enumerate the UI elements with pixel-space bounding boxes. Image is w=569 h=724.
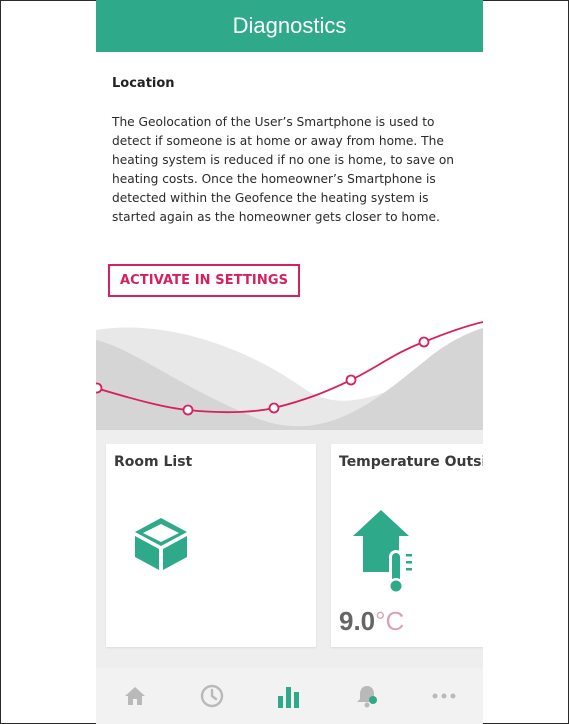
tab-history[interactable] bbox=[192, 676, 232, 716]
more-icon bbox=[432, 693, 456, 699]
header-bar: Diagnostics bbox=[96, 0, 483, 52]
clock-icon bbox=[200, 684, 224, 708]
app-screen: Diagnostics Location The Geolocation of … bbox=[96, 0, 483, 724]
section-heading: Location bbox=[112, 76, 175, 91]
room-list-icon bbox=[135, 518, 187, 570]
tab-notifications[interactable] bbox=[347, 676, 387, 716]
activate-settings-button[interactable]: ACTIVATE IN SETTINGS bbox=[108, 264, 301, 297]
wave-point bbox=[182, 404, 194, 416]
room-list-card[interactable]: Room List bbox=[106, 444, 316, 647]
bar-chart-icon bbox=[278, 687, 300, 708]
location-section: Location The Geolocation of the User’s S… bbox=[96, 52, 483, 330]
page-title: Diagnostics bbox=[232, 13, 347, 38]
tab-diagnostics[interactable] bbox=[269, 676, 309, 716]
temperature-title: Temperature Outside bbox=[339, 454, 483, 470]
tab-home[interactable] bbox=[115, 676, 155, 716]
room-list-title: Room List bbox=[114, 454, 193, 470]
house-thermometer-icon bbox=[353, 510, 412, 594]
wave-point bbox=[418, 336, 430, 348]
bell-icon bbox=[356, 686, 377, 708]
temperature-number: 9.0 bbox=[339, 606, 376, 636]
tab-more[interactable] bbox=[424, 676, 464, 716]
wave-point bbox=[268, 402, 280, 414]
location-description: The Geolocation of the User’s Smartphone… bbox=[112, 115, 455, 224]
dashboard-cards: Room List Temperature Outside 9. bbox=[96, 430, 483, 668]
temperature-unit: °C bbox=[375, 606, 405, 636]
home-icon bbox=[124, 687, 145, 705]
temperature-value: 9.0°C bbox=[339, 606, 404, 637]
wave-point bbox=[345, 374, 357, 386]
temperature-card[interactable]: Temperature Outside 9.0°C bbox=[331, 444, 483, 647]
tab-bar bbox=[96, 668, 483, 724]
wave-point bbox=[96, 382, 103, 394]
